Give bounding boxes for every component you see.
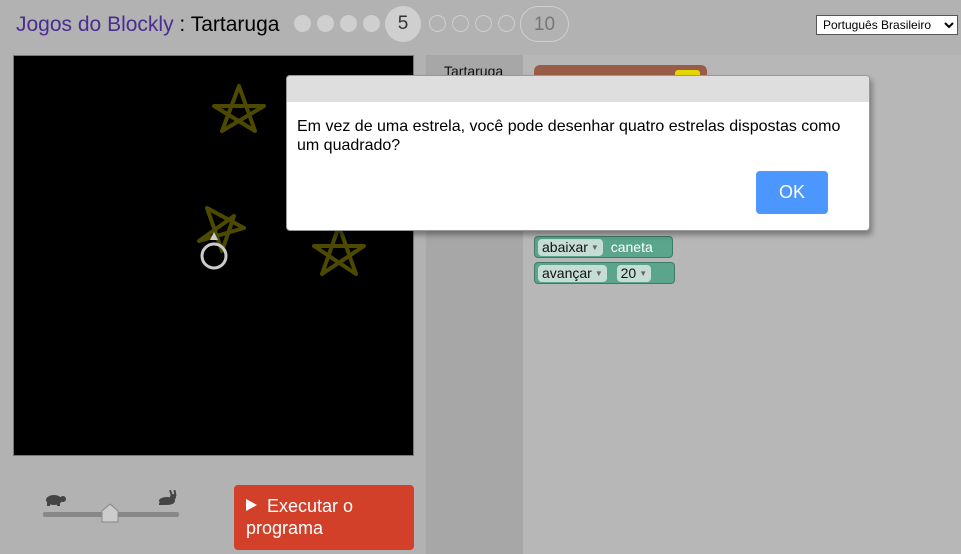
app-name-link[interactable]: Jogos do Blockly xyxy=(16,13,174,36)
ok-button[interactable]: OK xyxy=(756,171,828,214)
dialog-message: Em vez de uma estrela, você pode desenha… xyxy=(297,118,841,154)
level-7-link[interactable] xyxy=(452,15,469,32)
run-program-button[interactable]: Executar o programa xyxy=(234,485,414,550)
dropdown-arrow-icon: ▼ xyxy=(590,243,599,252)
distance-dropdown[interactable]: 20 ▼ xyxy=(616,265,652,282)
pen-dropdown[interactable]: abaixar ▼ xyxy=(538,239,603,256)
move-dropdown[interactable]: avançar ▼ xyxy=(538,265,607,282)
star-shape xyxy=(197,206,246,253)
level-3-link[interactable] xyxy=(340,15,357,32)
title-separator: : xyxy=(173,13,191,36)
speed-slider[interactable] xyxy=(40,490,182,530)
language-select[interactable]: Português Brasileiro xyxy=(816,15,958,35)
move-forward-block[interactable]: avançar ▼ 20 ▼ xyxy=(534,262,675,284)
run-button-label: Executar o programa xyxy=(246,496,354,538)
level-10-link[interactable]: 10 xyxy=(520,6,569,42)
dropdown-arrow-icon: ▼ xyxy=(594,269,603,278)
star-shape xyxy=(312,224,366,276)
play-icon xyxy=(246,499,257,511)
page-title: Jogos do Blockly : Tartaruga xyxy=(16,13,279,37)
slider-thumb[interactable] xyxy=(101,503,119,523)
pen-param-label: caneta xyxy=(610,239,653,255)
star-shape xyxy=(212,84,266,133)
header: Jogos do Blockly : Tartaruga 5 10 Portug… xyxy=(0,0,961,48)
level-2-link[interactable] xyxy=(317,15,334,32)
level-6-link[interactable] xyxy=(429,15,446,32)
dropdown-arrow-icon: ▼ xyxy=(639,269,648,278)
level-8-link[interactable] xyxy=(475,15,492,32)
pen-down-block[interactable]: abaixar ▼ caneta xyxy=(534,236,673,258)
level-4-link[interactable] xyxy=(363,15,380,32)
game-name: Tartaruga xyxy=(190,13,280,36)
level-1-link[interactable] xyxy=(294,15,311,32)
rabbit-fast-icon xyxy=(159,490,177,505)
level-9-link[interactable] xyxy=(498,15,515,32)
dialog-title-bar[interactable] xyxy=(287,76,869,102)
hint-dialog: Em vez de uma estrela, você pode desenha… xyxy=(286,75,870,231)
turtle-slow-icon xyxy=(46,495,66,506)
current-level[interactable]: 5 xyxy=(385,6,421,42)
